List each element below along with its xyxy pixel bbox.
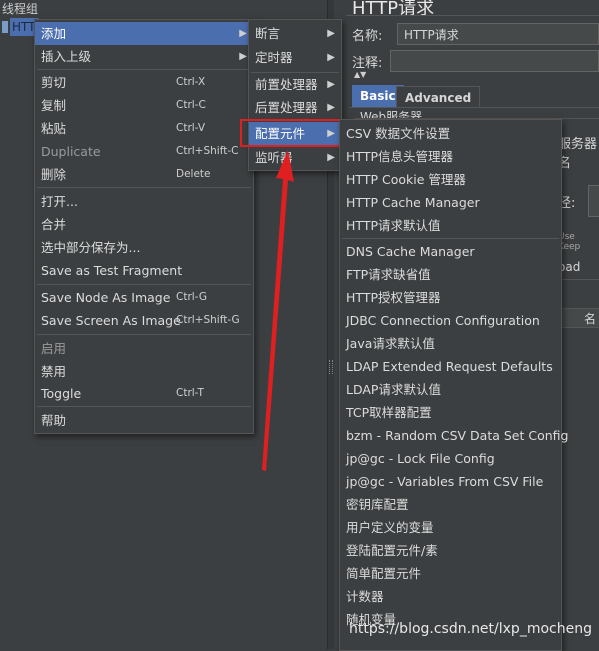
menu-item-save-fragment[interactable]: Save as Test Fragment [35,259,253,282]
menu-item-merge[interactable]: 合并 [35,213,253,236]
menu-item-enable[interactable]: 启用 [35,337,253,360]
menu-item-insert-parent[interactable]: 插入上级 ▶ [35,45,253,68]
menu-item-toggle[interactable]: Toggle Ctrl-T [35,382,253,405]
params-column-label: 名 [584,312,597,326]
keep-alive-label: Use Keep [558,232,581,252]
config-item-header-manager[interactable]: HTTP信息头管理器 [340,145,561,168]
menu-item-paste[interactable]: 粘贴 Ctrl-V [35,117,253,140]
path-field[interactable] [588,185,599,217]
config-item-simple-config[interactable]: 简单配置元件 [340,562,561,585]
config-item-ldap-defaults[interactable]: LDAP请求默认值 [340,378,561,401]
config-item-auth-manager[interactable]: HTTP授权管理器 [340,286,561,309]
menu-separator [37,187,251,188]
panel-title-divider [346,15,599,16]
tree-node-thread-group[interactable]: 线程组 [2,0,38,17]
menu-item-cut[interactable]: 剪切 Ctrl-X [35,71,253,94]
config-item-dns-cache[interactable]: DNS Cache Manager [340,240,561,263]
config-item-keystore[interactable]: 密钥库配置 [340,493,561,516]
menu-separator [37,334,251,335]
menu-separator [37,284,251,285]
config-item-user-variables[interactable]: 用户定义的变量 [340,516,561,539]
submenu-item-timers[interactable]: 定时器 ▶ [249,46,341,69]
menu-item-save-screen-image[interactable]: Save Screen As Image Ctrl+Shift-G [35,309,253,332]
menu-separator [37,69,251,70]
config-element-menu: CSV 数据文件设置 HTTP信息头管理器 HTTP Cookie 管理器 HT… [339,119,568,651]
config-item-counter[interactable]: 计数器 [340,585,561,608]
chevron-right-icon: ▶ [327,152,335,163]
menu-item-open[interactable]: 打开... [35,190,253,213]
config-item-random-csv[interactable]: bzm - Random CSV Data Set Config [340,424,568,447]
menu-separator [37,406,251,407]
divider-grip-icon [329,360,333,374]
comment-field[interactable] [390,50,599,72]
config-item-cookie-manager[interactable]: HTTP Cookie 管理器 [340,168,561,191]
watermark: https://blog.csdn.net/lxp_mocheng [349,621,592,637]
menu-item-save-selection[interactable]: 选中部分保存为... [35,236,253,259]
chevron-right-icon: ▶ [239,51,247,62]
menu-separator [342,238,559,239]
config-item-java-defaults[interactable]: Java请求默认值 [340,332,561,355]
config-item-lock-file[interactable]: jp@gc - Lock File Config [340,447,561,470]
name-label: 名称: [352,29,383,44]
panel-title: HTTP请求 [352,0,435,19]
context-menu: 添加 ▶ 插入上级 ▶ 剪切 Ctrl-X 复制 Ctrl-C 粘贴 Ctrl-V Dup… [34,19,254,434]
collapse-toggle-icon[interactable]: ▲▼ [354,70,366,79]
chevron-right-icon: ▶ [327,28,335,39]
menu-item-copy[interactable]: 复制 Ctrl-C [35,94,253,117]
menu-item-help[interactable]: 帮助 [35,409,253,432]
menu-item-duplicate[interactable]: Duplicate Ctrl+Shift-C [35,140,253,163]
config-item-tcp-sampler[interactable]: TCP取样器配置 [340,401,561,424]
config-item-cache-manager[interactable]: HTTP Cache Manager [340,191,561,214]
config-item-variables-csv[interactable]: jp@gc - Variables From CSV File [340,470,561,493]
tab-advanced[interactable]: Advanced [396,86,481,108]
config-item-login-config[interactable]: 登陆配置元件/素 [340,539,561,562]
menu-item-add[interactable]: 添加 ▶ [35,22,253,45]
menu-item-disable[interactable]: 禁用 [35,360,253,383]
config-item-http-defaults[interactable]: HTTP请求默认值 [340,214,561,237]
config-item-ldap-extended[interactable]: LDAP Extended Request Defaults [340,355,561,378]
annotation-arrow [262,150,294,471]
chevron-right-icon: ▶ [327,79,335,90]
menu-item-save-node-image[interactable]: Save Node As Image Ctrl-G [35,286,253,309]
chevron-right-icon: ▶ [327,52,335,63]
config-item-ftp-defaults[interactable]: FTP请求缺省值 [340,263,561,286]
menu-item-delete[interactable]: 删除 Delete [35,163,253,186]
config-item-jdbc[interactable]: JDBC Connection Configuration [340,309,561,332]
name-field[interactable]: HTTP请求 [397,23,599,45]
tree-node-icon [2,21,8,33]
chevron-right-icon: ▶ [239,28,247,39]
server-name-label: 服务器名 [558,137,598,171]
submenu-item-assertions[interactable]: 断言 ▶ [249,22,341,45]
comment-label: 注释: [352,56,383,71]
config-item-csv-data-set[interactable]: CSV 数据文件设置 [340,122,561,145]
chevron-right-icon: ▶ [327,102,335,113]
submenu-item-post-processors[interactable]: 后置处理器 ▶ [249,96,341,119]
submenu-item-pre-processors[interactable]: 前置处理器 ▶ [249,73,341,96]
